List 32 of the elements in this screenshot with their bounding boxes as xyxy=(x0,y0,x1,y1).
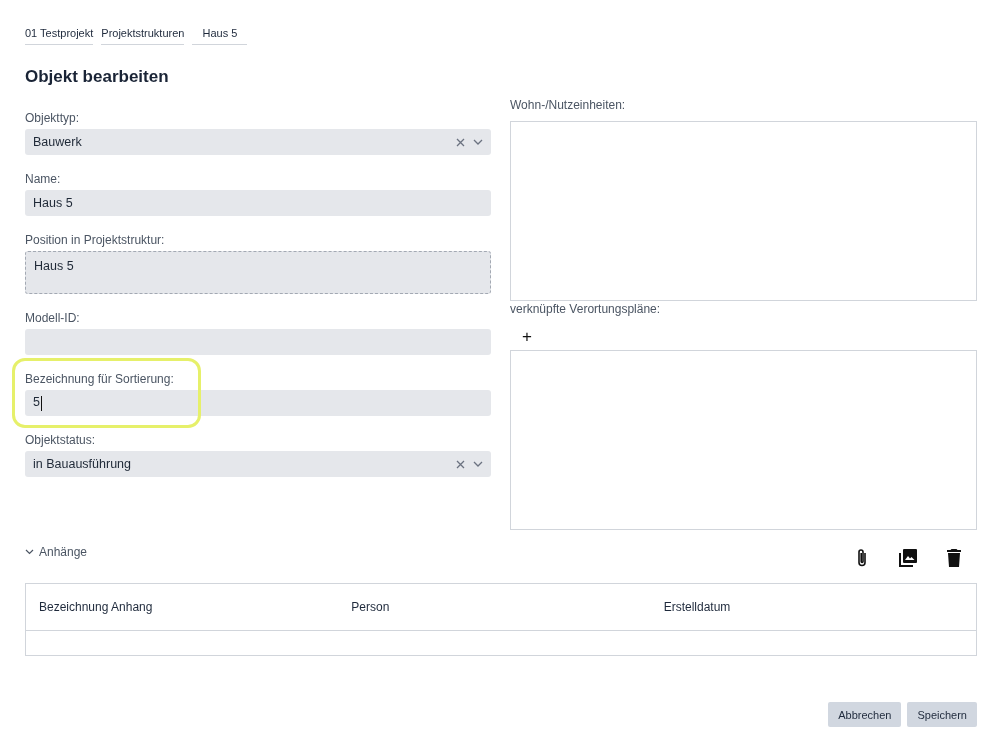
field-label: Name: xyxy=(25,171,61,187)
select-field[interactable]: Bauwerk xyxy=(25,129,491,155)
breadcrumb-link[interactable]: Haus 5 xyxy=(192,26,248,45)
field-label: Bezeichnung für Sortierung: xyxy=(25,371,174,387)
add-button[interactable]: + xyxy=(516,327,538,347)
input-field[interactable]: Haus 5 xyxy=(25,190,491,216)
select-field[interactable]: in Bauausführung xyxy=(25,451,491,477)
page-title: Objekt bearbeiten xyxy=(25,66,170,88)
cancel-button[interactable]: Abbrechen xyxy=(828,702,902,727)
clear-icon[interactable] xyxy=(456,459,465,469)
field-label: Objekttyp: xyxy=(25,110,80,126)
field-label: verknüpfte Verortungspläne: xyxy=(510,301,662,317)
field-label: Objektstatus: xyxy=(25,432,96,448)
breadcrumb-link[interactable]: Projektstrukturen xyxy=(101,26,185,45)
column-header: Bezeichnung Anhang xyxy=(39,600,154,614)
section-toggle[interactable]: Anhänge xyxy=(25,540,88,564)
breadcrumb-link[interactable]: 01 Testprojekt xyxy=(25,26,94,45)
trash-icon[interactable] xyxy=(947,549,961,567)
save-button[interactable]: Speichern xyxy=(907,702,977,727)
input-field[interactable] xyxy=(25,329,491,355)
chevron-down-icon[interactable] xyxy=(473,139,483,145)
field-label: Wohn-/Nutzeinheiten: xyxy=(510,97,627,113)
clear-icon[interactable] xyxy=(456,137,465,147)
field-label: Position in Projektstruktur: xyxy=(25,232,165,248)
chevron-down-icon[interactable] xyxy=(473,461,483,467)
column-header: Erstelldatum xyxy=(663,600,732,614)
paperclip-icon[interactable] xyxy=(856,548,868,568)
image-gallery-icon[interactable] xyxy=(898,548,917,568)
column-header: Person xyxy=(351,600,391,614)
input-field[interactable]: 5 xyxy=(25,390,491,416)
field-label: Modell-ID: xyxy=(25,310,80,326)
textarea-field[interactable]: Haus 5 xyxy=(25,251,491,294)
